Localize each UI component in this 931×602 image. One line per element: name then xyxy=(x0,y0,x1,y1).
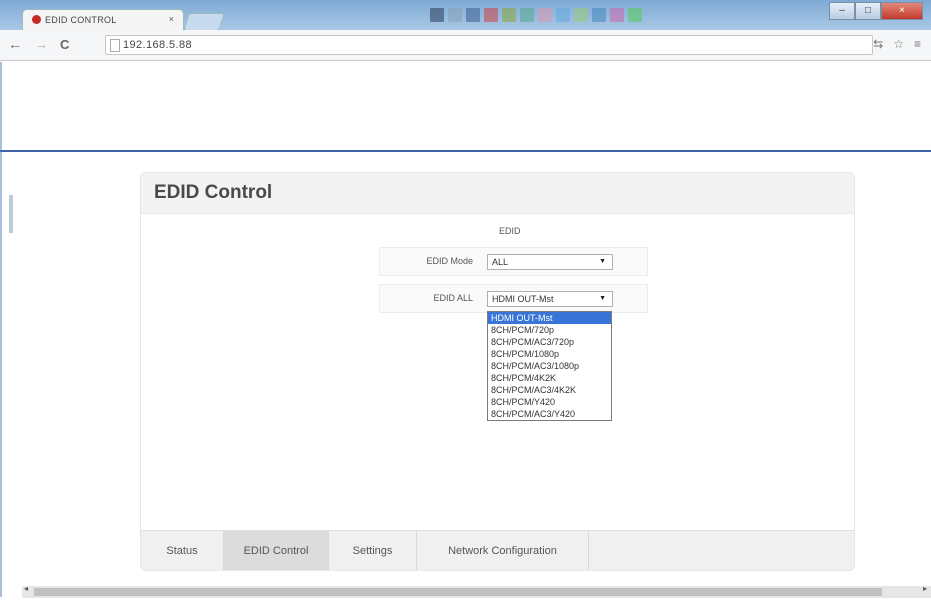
thumbnail-swatch xyxy=(502,8,516,22)
tab-network-configuration[interactable]: Network Configuration xyxy=(417,531,589,570)
bottom-nav: Status EDID Control Settings Network Con… xyxy=(141,530,854,570)
url-text: 192.168.5.88 xyxy=(123,39,193,51)
left-edge-marker xyxy=(9,195,13,233)
title-bar: EDID CONTROL × – □ × xyxy=(0,0,931,32)
dropdown-option[interactable]: 8CH/PCM/AC3/Y420 xyxy=(488,408,611,420)
new-tab-button[interactable] xyxy=(183,13,225,31)
edid-all-value: HDMI OUT-Mst xyxy=(492,294,554,304)
taskbar-thumbnails xyxy=(430,8,642,22)
thumbnail-swatch xyxy=(592,8,606,22)
page-title: EDID Control xyxy=(154,182,273,203)
reload-icon[interactable]: C xyxy=(60,37,69,52)
thumbnail-swatch xyxy=(628,8,642,22)
tab-title: EDID CONTROL xyxy=(45,15,117,25)
window-controls: – □ × xyxy=(829,2,923,20)
edid-all-row: EDID ALL HDMI OUT-Mst ▼ xyxy=(379,284,648,313)
edid-mode-label: EDID Mode xyxy=(426,256,473,266)
address-bar[interactable]: 192.168.5.88 xyxy=(105,35,873,55)
thumbnail-swatch xyxy=(556,8,570,22)
forward-arrow-icon[interactable]: → xyxy=(34,36,48,52)
browser-toolbar: ← → C 192.168.5.88 ⇆ ☆ ≡ xyxy=(0,30,931,61)
horizontal-scrollbar[interactable] xyxy=(22,586,931,598)
left-edge xyxy=(0,62,2,597)
chevron-down-icon: ▼ xyxy=(599,295,606,302)
dropdown-option[interactable]: HDMI OUT-Mst xyxy=(488,312,611,324)
edid-all-label: EDID ALL xyxy=(433,293,473,303)
scrollbar-thumb[interactable] xyxy=(34,588,882,596)
translate-icon[interactable]: ⇆ xyxy=(873,37,883,51)
dropdown-option[interactable]: 8CH/PCM/AC3/1080p xyxy=(488,360,611,372)
thumbnail-swatch xyxy=(520,8,534,22)
thumbnail-swatch xyxy=(466,8,480,22)
edid-all-select[interactable]: HDMI OUT-Mst ▼ xyxy=(487,291,613,307)
scroll-right-icon[interactable]: ▸ xyxy=(923,584,927,593)
header-divider xyxy=(0,150,931,152)
dropdown-option[interactable]: 8CH/PCM/AC3/4K2K xyxy=(488,384,611,396)
edid-mode-row: EDID Mode ALL ▼ xyxy=(379,247,648,276)
thumbnail-swatch xyxy=(484,8,498,22)
thumbnail-swatch xyxy=(574,8,588,22)
dropdown-option[interactable]: 8CH/PCM/AC3/720p xyxy=(488,336,611,348)
edid-mode-select[interactable]: ALL ▼ xyxy=(487,254,613,270)
page-icon xyxy=(110,39,120,52)
thumbnail-swatch xyxy=(430,8,444,22)
dropdown-option[interactable]: 8CH/PCM/720p xyxy=(488,324,611,336)
bookmark-star-icon[interactable]: ☆ xyxy=(893,37,904,51)
toolbar-right-icons: ⇆ ☆ ≡ xyxy=(873,37,921,51)
edid-control-panel: EDID Control EDID EDID Mode ALL ▼ EDID A… xyxy=(140,172,855,571)
thumbnail-swatch xyxy=(610,8,624,22)
favicon-icon xyxy=(32,15,41,24)
tab-settings[interactable]: Settings xyxy=(329,531,417,570)
tab-close-icon[interactable]: × xyxy=(169,14,174,24)
scroll-left-icon[interactable]: ◂ xyxy=(24,584,28,593)
dropdown-option[interactable]: 8CH/PCM/4K2K xyxy=(488,372,611,384)
maximize-button[interactable]: □ xyxy=(855,2,881,20)
chevron-down-icon: ▼ xyxy=(599,258,606,265)
edid-mode-value: ALL xyxy=(492,257,509,267)
dropdown-option[interactable]: 8CH/PCM/Y420 xyxy=(488,396,611,408)
minimize-button[interactable]: – xyxy=(829,2,855,20)
page-header xyxy=(0,61,931,150)
dropdown-option[interactable]: 8CH/PCM/1080p xyxy=(488,348,611,360)
panel-header: EDID Control xyxy=(141,173,854,214)
menu-icon[interactable]: ≡ xyxy=(914,37,921,51)
thumbnail-swatch xyxy=(448,8,462,22)
section-label: EDID xyxy=(499,226,521,236)
close-window-button[interactable]: × xyxy=(881,2,923,20)
browser-tab[interactable]: EDID CONTROL × xyxy=(22,9,184,32)
back-arrow-icon[interactable]: ← xyxy=(8,36,22,52)
tab-status[interactable]: Status xyxy=(141,531,224,570)
tab-edid-control[interactable]: EDID Control xyxy=(224,531,329,570)
edid-options-dropdown: HDMI OUT-Mst 8CH/PCM/720p 8CH/PCM/AC3/720p… xyxy=(487,311,612,421)
thumbnail-swatch xyxy=(538,8,552,22)
